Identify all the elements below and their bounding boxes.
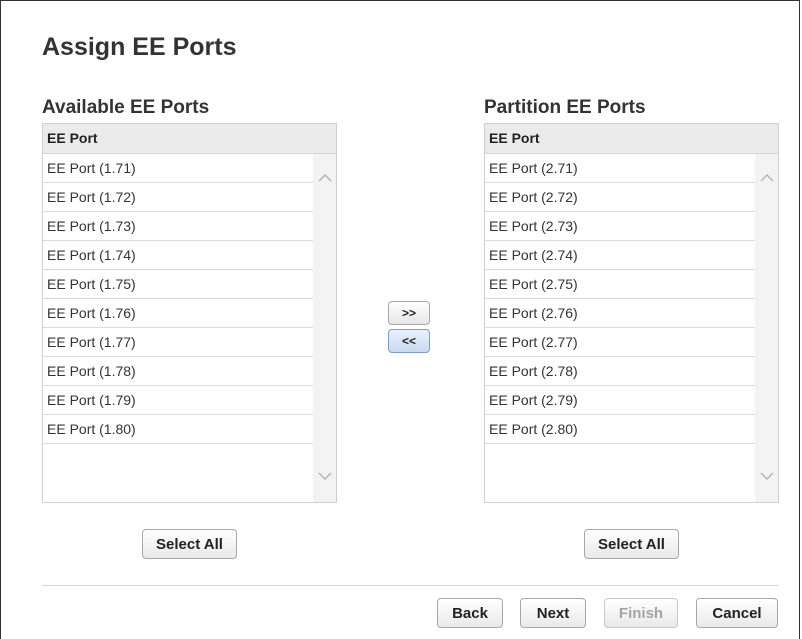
- partition-select-all-button[interactable]: Select All: [584, 529, 679, 559]
- partition-ports-list[interactable]: EE Port EE Port (2.71) EE Port (2.72) EE…: [484, 123, 779, 503]
- list-item[interactable]: EE Port (1.80): [43, 415, 313, 444]
- available-rows: EE Port (1.71) EE Port (1.72) EE Port (1…: [43, 154, 313, 444]
- list-item[interactable]: EE Port (1.71): [43, 154, 313, 183]
- list-item[interactable]: EE Port (2.77): [485, 328, 755, 357]
- list-item[interactable]: EE Port (2.78): [485, 357, 755, 386]
- available-select-all-button[interactable]: Select All: [142, 529, 237, 559]
- add-to-partition-button[interactable]: >>: [388, 301, 430, 325]
- partition-rows: EE Port (2.71) EE Port (2.72) EE Port (2…: [485, 154, 755, 444]
- list-item[interactable]: EE Port (1.77): [43, 328, 313, 357]
- available-column-header[interactable]: EE Port: [43, 124, 336, 154]
- list-item[interactable]: EE Port (1.72): [43, 183, 313, 212]
- page-title: Assign EE Ports: [42, 33, 237, 61]
- partition-scrollbar[interactable]: [755, 154, 778, 502]
- next-button[interactable]: Next: [520, 598, 586, 628]
- list-item[interactable]: EE Port (2.72): [485, 183, 755, 212]
- available-ports-list[interactable]: EE Port EE Port (1.71) EE Port (1.72) EE…: [42, 123, 337, 503]
- list-item[interactable]: EE Port (2.75): [485, 270, 755, 299]
- chevron-down-icon[interactable]: [759, 468, 775, 484]
- available-scrollbar[interactable]: [313, 154, 336, 502]
- list-item[interactable]: EE Port (2.71): [485, 154, 755, 183]
- chevron-up-icon[interactable]: [759, 170, 775, 186]
- list-item[interactable]: EE Port (2.80): [485, 415, 755, 444]
- partition-column-header[interactable]: EE Port: [485, 124, 778, 154]
- back-button[interactable]: Back: [437, 598, 503, 628]
- remove-from-partition-button[interactable]: <<: [388, 329, 430, 353]
- list-item[interactable]: EE Port (1.75): [43, 270, 313, 299]
- list-item[interactable]: EE Port (1.74): [43, 241, 313, 270]
- finish-button: Finish: [604, 598, 678, 628]
- list-item[interactable]: EE Port (1.76): [43, 299, 313, 328]
- footer-divider: [42, 585, 779, 586]
- available-ports-heading: Available EE Ports: [42, 97, 210, 118]
- partition-ports-heading: Partition EE Ports: [484, 97, 646, 118]
- cancel-button[interactable]: Cancel: [696, 598, 778, 628]
- list-item[interactable]: EE Port (2.79): [485, 386, 755, 415]
- list-item[interactable]: EE Port (1.79): [43, 386, 313, 415]
- list-item[interactable]: EE Port (2.76): [485, 299, 755, 328]
- list-item[interactable]: EE Port (2.74): [485, 241, 755, 270]
- list-item[interactable]: EE Port (1.73): [43, 212, 313, 241]
- list-item[interactable]: EE Port (1.78): [43, 357, 313, 386]
- list-item[interactable]: EE Port (2.73): [485, 212, 755, 241]
- chevron-down-icon[interactable]: [317, 468, 333, 484]
- chevron-up-icon[interactable]: [317, 170, 333, 186]
